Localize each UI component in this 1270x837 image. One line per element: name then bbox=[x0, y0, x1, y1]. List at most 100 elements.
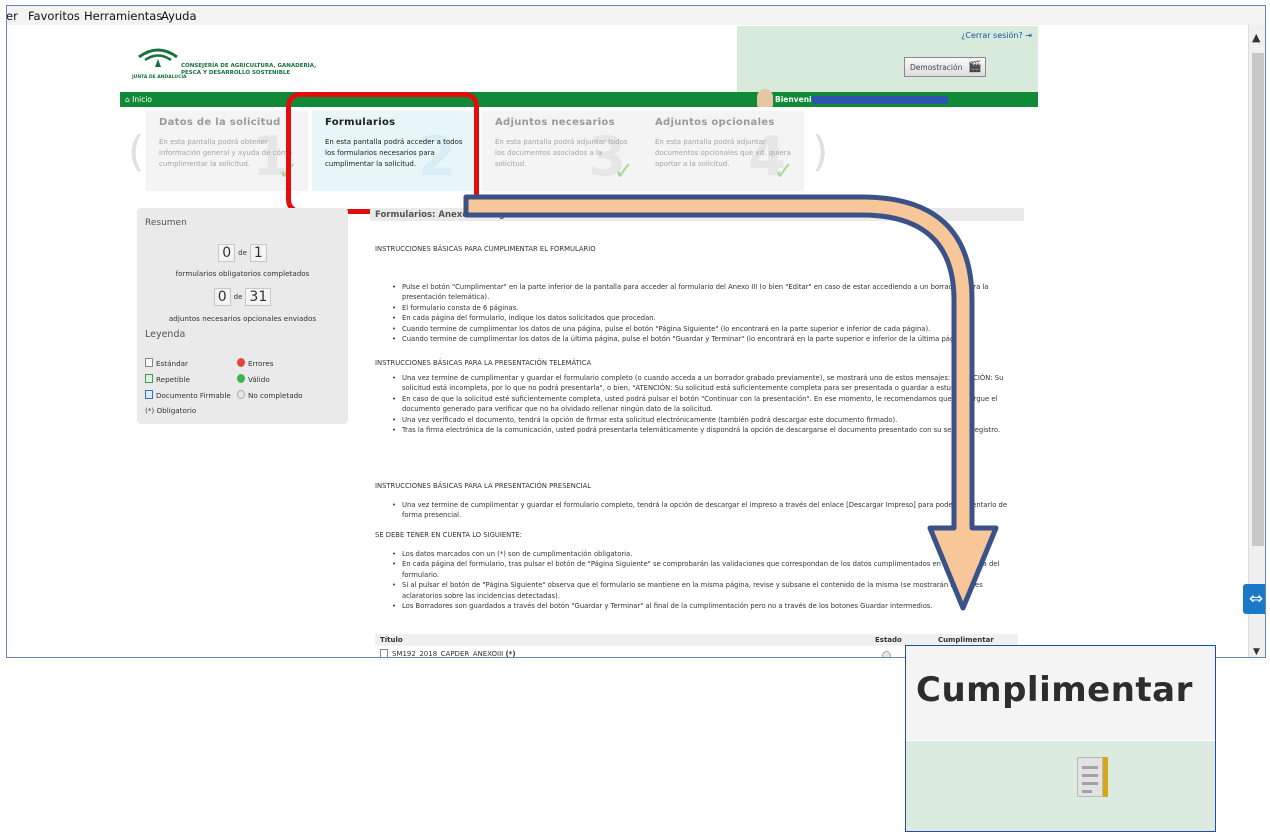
menu-item-herramientas[interactable]: Herramientas bbox=[84, 9, 162, 23]
nav-bar: ⌂ Inicio Bienvenid bbox=[120, 89, 1038, 107]
attachments-total-count: 31 bbox=[245, 287, 272, 306]
logout-arrow-icon: ⇥ bbox=[1025, 31, 1032, 40]
list-item: En cada página del formulario, tras puls… bbox=[392, 559, 1022, 580]
legend-standard: Estándar bbox=[145, 358, 188, 368]
step-adjuntos-opcionales[interactable]: 4 ✓ Adjuntos opcionales En esta pantalla… bbox=[642, 111, 804, 191]
col-fill: Cumplimentar bbox=[938, 636, 994, 644]
web-page: JUNTA DE ANDALUCIA CONSEJERÍA DE AGRICUL… bbox=[7, 25, 1247, 658]
list-item: Cuando termine de cumplimentar los datos… bbox=[392, 324, 1022, 335]
signable-document-icon bbox=[145, 390, 153, 399]
forms-total-count: 1 bbox=[249, 243, 267, 262]
col-status: Estado bbox=[875, 636, 902, 644]
attachments-caption: adjuntos necesarios opcionales enviados bbox=[168, 314, 317, 323]
content-title: Formularios: Anexo III Alegaciones subme… bbox=[370, 208, 1024, 221]
browser-window: er Favoritos Herramientas Ayuda JUNTA DE… bbox=[6, 5, 1266, 658]
legend-not-completed: No completado bbox=[237, 390, 303, 400]
fill-instructions-list: Pulse el botón "Cumplimentar" en la part… bbox=[392, 282, 1022, 345]
legend-title: Leyenda bbox=[145, 329, 186, 340]
user-name-redacted bbox=[812, 96, 948, 104]
section-title-presential: INSTRUCCIONES BÁSICAS PARA LA PRESENTACI… bbox=[375, 482, 592, 490]
step-title: Datos de la solicitud bbox=[159, 117, 281, 128]
error-dot-icon bbox=[237, 358, 245, 367]
attachments-counter: 0 de 31 bbox=[137, 286, 348, 306]
legend-signable: Documento Firmable bbox=[145, 390, 231, 400]
section-title-telematic: INSTRUCCIONES BÁSICAS PARA LA PRESENTACI… bbox=[375, 359, 592, 367]
clapperboard-icon: 🎬 bbox=[968, 60, 982, 73]
telematic-instructions-list: Una vez termine de cumplimentar y guarda… bbox=[392, 373, 1022, 436]
legend-errors: Errores bbox=[237, 358, 274, 368]
forms-done-count: 0 bbox=[218, 243, 236, 262]
list-item: Pulse el botón "Cumplimentar" en la part… bbox=[392, 282, 1022, 303]
logout-link[interactable]: ¿Cerrar sesión? ⇥ bbox=[961, 31, 1032, 40]
legend-repeatable: Repetible bbox=[145, 374, 190, 384]
demo-button[interactable]: Demostración 🎬 bbox=[904, 57, 986, 77]
step-description: En esta pantalla podrá adjuntar todos lo… bbox=[495, 138, 628, 168]
list-item: Una vez verificado el documento, tendrá … bbox=[392, 415, 1022, 426]
zoom-header: Cumplimentar bbox=[906, 646, 1215, 740]
step-description: En esta pantalla podrá obtener informaci… bbox=[159, 138, 292, 168]
steps-left-bracket: ( bbox=[128, 127, 145, 176]
not-completed-status-icon bbox=[882, 651, 891, 657]
home-link[interactable]: ⌂ Inicio bbox=[125, 95, 152, 104]
de-label: de bbox=[233, 292, 243, 301]
logo-jda-text: JUNTA DE ANDALUCIA bbox=[132, 75, 187, 80]
presential-instructions-list: Una vez termine de cumplimentar y guarda… bbox=[392, 500, 1022, 521]
legend-valid: Válido bbox=[237, 374, 270, 384]
zoom-row bbox=[906, 741, 1215, 831]
menu-item-ayuda[interactable]: Ayuda bbox=[161, 9, 197, 23]
pencil-icon bbox=[1103, 757, 1108, 797]
menu-item-favoritos[interactable]: Favoritos bbox=[28, 9, 80, 23]
highlight-box-formularios bbox=[286, 92, 479, 214]
welcome-text: Bienvenid bbox=[775, 95, 817, 104]
list-item: Cuando termine de cumplimentar los datos… bbox=[392, 334, 1022, 345]
scroll-down-icon[interactable]: ▼ bbox=[1253, 647, 1260, 657]
forms-counter: 0 de 1 bbox=[137, 242, 348, 262]
attachments-done-count: 0 bbox=[213, 287, 231, 306]
zoom-title: Cumplimentar bbox=[916, 670, 1193, 710]
de-label: de bbox=[238, 248, 247, 257]
valid-dot-icon bbox=[237, 374, 245, 383]
list-item: El formulario consta de 6 páginas. bbox=[392, 303, 1022, 314]
step-adjuntos-necesarios[interactable]: 3 ✓ Adjuntos necesarios En esta pantalla… bbox=[482, 111, 644, 191]
vertical-scrollbar[interactable]: ▲ ▼ bbox=[1248, 25, 1265, 657]
step-description: En esta pantalla podrá adjuntar document… bbox=[655, 138, 791, 168]
home-icon: ⌂ bbox=[125, 95, 130, 104]
repeat-document-icon bbox=[145, 374, 153, 383]
document-icon bbox=[145, 358, 153, 367]
not-completed-dot-icon bbox=[237, 390, 245, 399]
forms-caption: formularios obligatorios completados bbox=[175, 269, 310, 278]
logo-org-text: CONSEJERÍA DE AGRICULTURA, GANADERÍA, PE… bbox=[181, 63, 317, 76]
step-datos-solicitud[interactable]: 1 ✓ Datos de la solicitud En esta pantal… bbox=[146, 111, 308, 191]
step-title: Adjuntos necesarios bbox=[495, 117, 615, 128]
forms-content: Formularios: Anexo III Alegaciones subme… bbox=[370, 208, 1024, 658]
zoom-callout: Cumplimentar bbox=[905, 645, 1216, 832]
section-title-notes: SE DEBE TENER EN CUENTA LO SIGUIENTE: bbox=[375, 531, 522, 539]
screenshot-root: er Favoritos Herramientas Ayuda JUNTA DE… bbox=[0, 0, 1270, 837]
list-item: Una vez termine de cumplimentar y guarda… bbox=[392, 373, 1022, 394]
list-item: Los Borradores son guardados a través de… bbox=[392, 601, 1022, 612]
list-item: Tras la firma electrónica de la comunica… bbox=[392, 425, 1022, 436]
menu-item-view[interactable]: er bbox=[7, 9, 18, 23]
form-name: SM192_2018_CAPDER_ANEXOIII (*) bbox=[392, 650, 516, 658]
list-item: Los datos marcados con un (*) son de cum… bbox=[392, 549, 1022, 560]
legend-mandatory: (*) Obligatorio bbox=[145, 406, 197, 415]
fill-form-icon-zoomed[interactable] bbox=[1077, 757, 1103, 797]
scroll-thumb[interactable] bbox=[1252, 53, 1264, 546]
list-item: En caso de que la solicitud esté suficie… bbox=[392, 394, 1022, 415]
list-item: En cada página del formulario, indique l… bbox=[392, 313, 1022, 324]
junta-logo-icon bbox=[138, 48, 178, 67]
header-user-area: ¿Cerrar sesión? ⇥ Demostración 🎬 bbox=[737, 26, 1038, 92]
steps-right-bracket: ) bbox=[812, 127, 829, 176]
step-title: Adjuntos opcionales bbox=[655, 117, 775, 128]
list-item: Si al pulsar el botón de "Página Siguien… bbox=[392, 580, 1022, 601]
scroll-up-icon[interactable]: ▲ bbox=[1252, 31, 1260, 44]
remote-control-icon[interactable]: ⇔ bbox=[1243, 584, 1265, 614]
notes-list: Los datos marcados con un (*) son de cum… bbox=[392, 549, 1022, 612]
user-avatar-icon bbox=[757, 89, 773, 107]
document-icon bbox=[380, 649, 388, 657]
section-title-fill: INSTRUCCIONES BÁSICAS PARA CUMPLIMENTAR … bbox=[375, 245, 596, 253]
summary-title: Resumen bbox=[145, 218, 187, 228]
browser-menubar: er Favoritos Herramientas Ayuda bbox=[7, 6, 1265, 25]
summary-panel: Resumen 0 de 1 formularios obligatorios co… bbox=[137, 208, 348, 424]
col-title: Título bbox=[380, 636, 403, 644]
